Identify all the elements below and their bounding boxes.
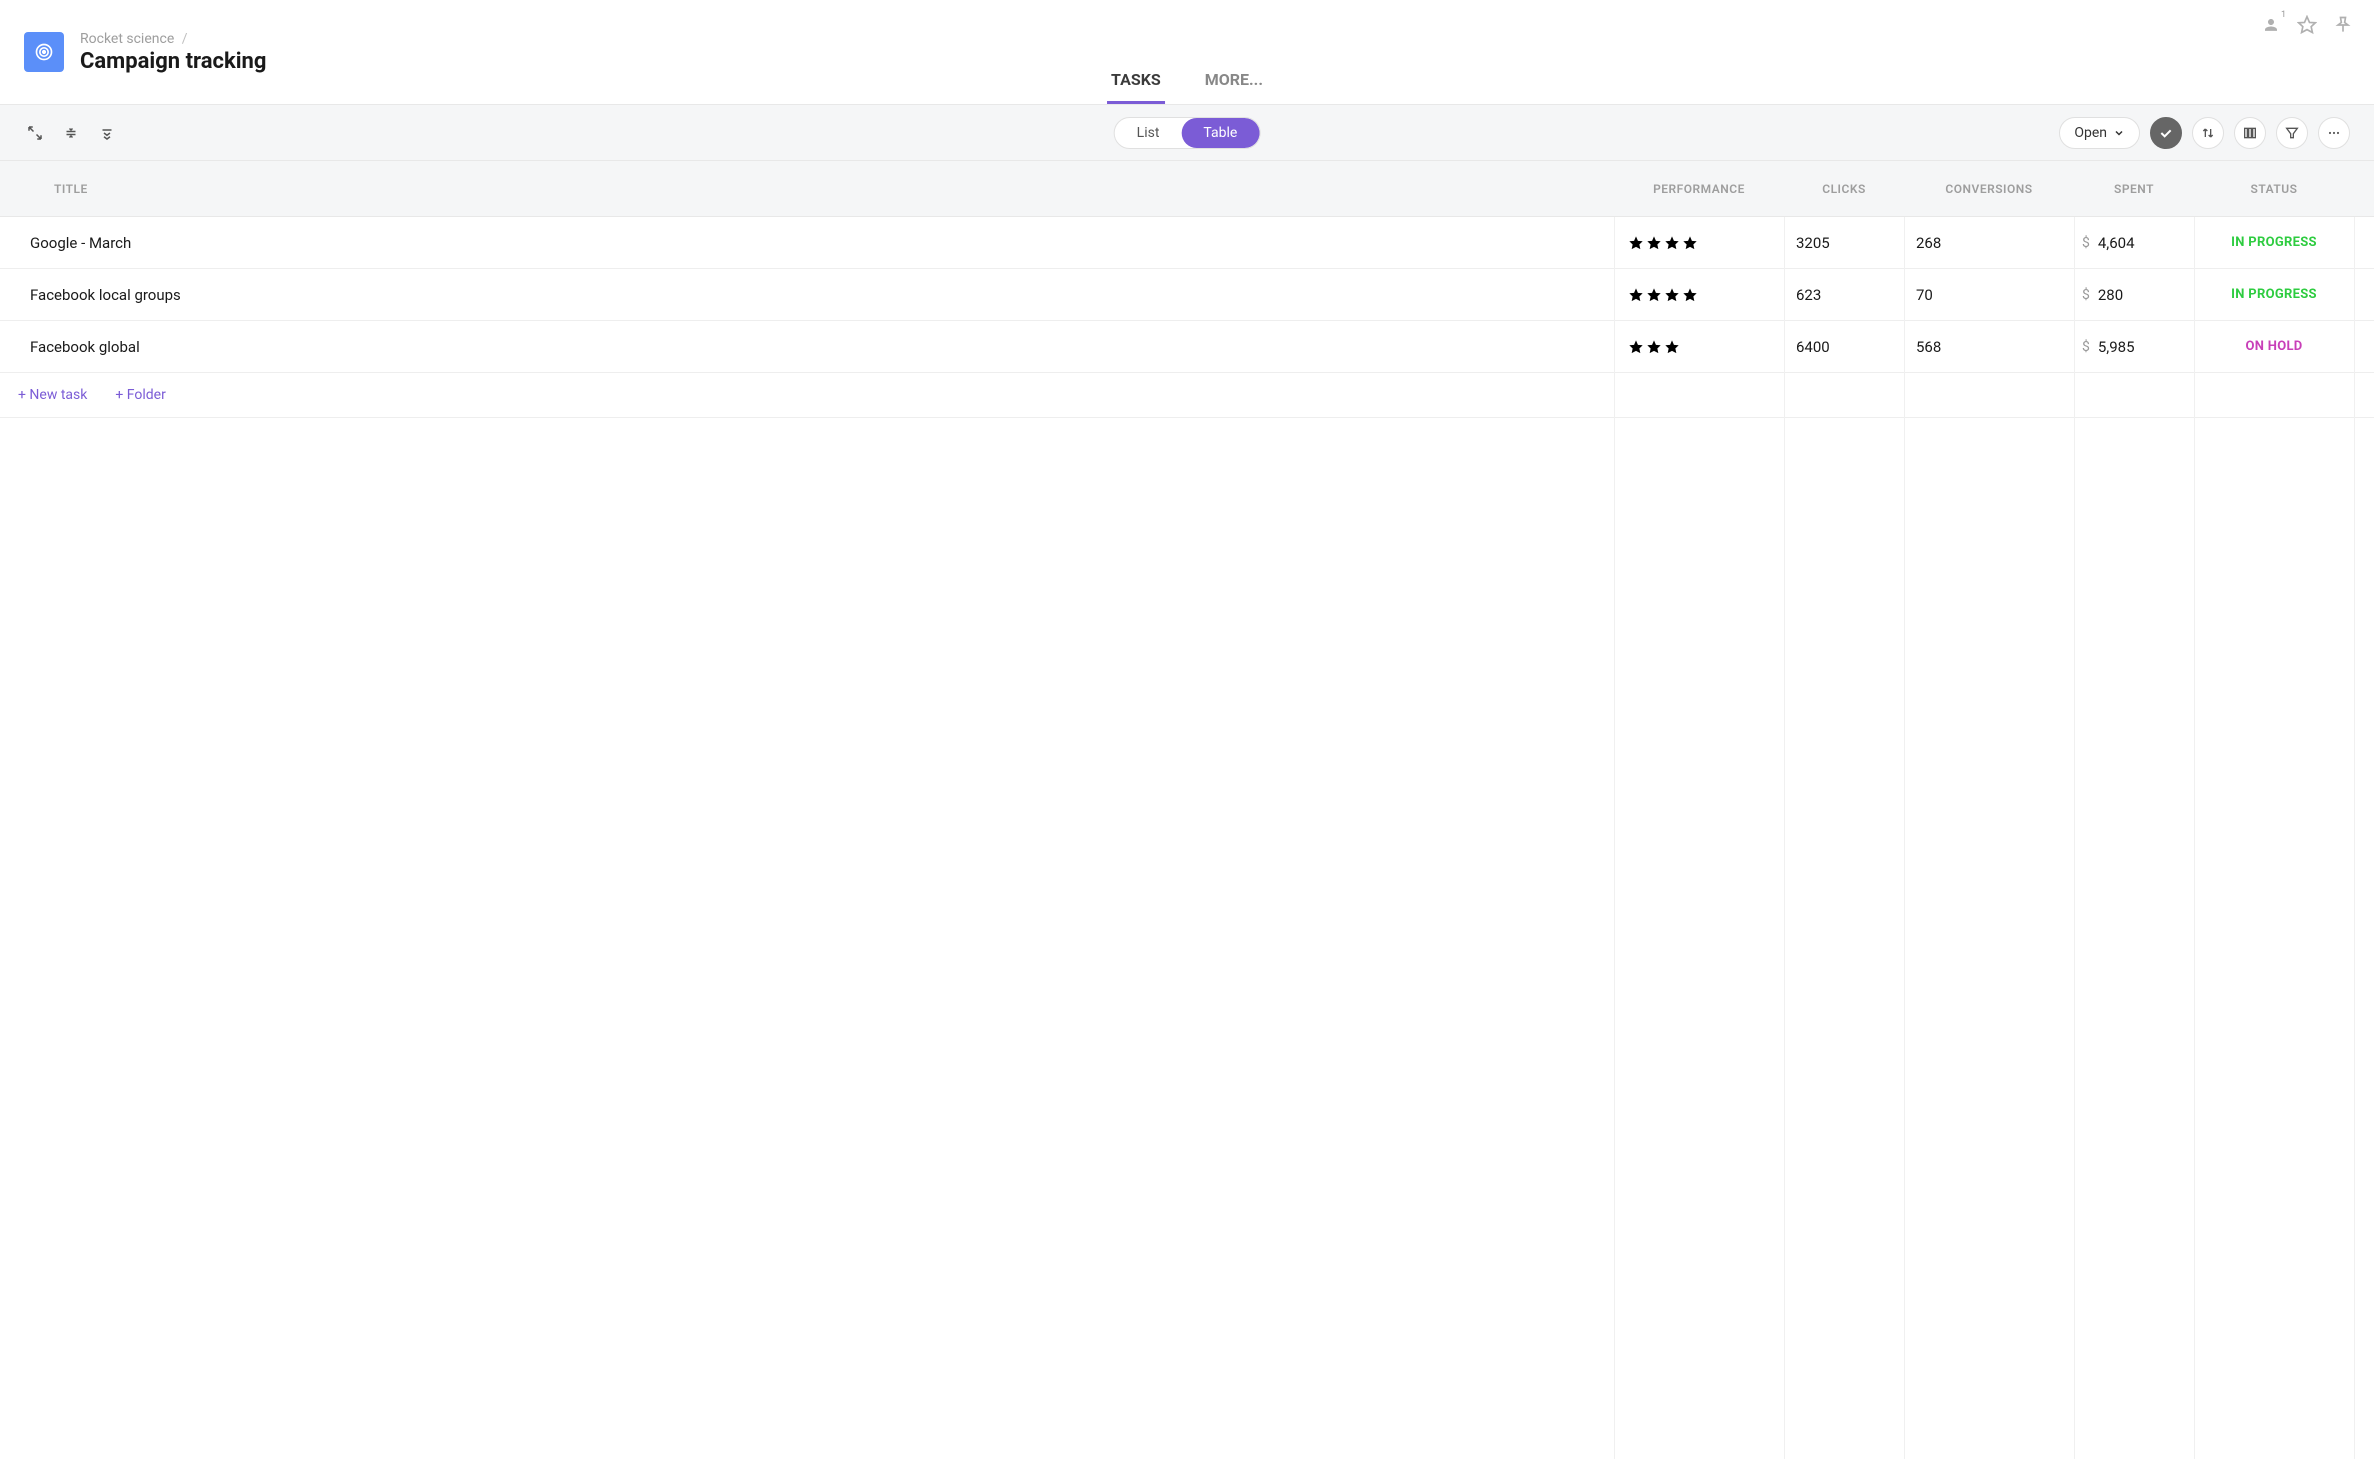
- view-switch-list[interactable]: List: [1115, 118, 1182, 148]
- table-row[interactable]: Google - March3205268$4,604IN PROGRESS: [0, 217, 2374, 269]
- header-tabs: TASKS MORE...: [1107, 70, 1267, 104]
- currency-symbol: $: [2082, 339, 2090, 355]
- cell-title[interactable]: Facebook local groups: [0, 286, 1614, 304]
- cell-conversions[interactable]: 568: [1904, 338, 2074, 356]
- cell-status[interactable]: IN PROGRESS: [2194, 287, 2354, 302]
- add-row: + New task + Folder: [0, 373, 2374, 418]
- cell-performance[interactable]: [1614, 235, 1784, 251]
- table-row[interactable]: Facebook local groups62370$280IN PROGRES…: [0, 269, 2374, 321]
- view-switch-table[interactable]: Table: [1181, 118, 1259, 148]
- toolbar-right: Open: [2059, 117, 2350, 149]
- collapse-icon: [62, 124, 80, 142]
- share-button[interactable]: 1: [2260, 14, 2282, 36]
- table-row[interactable]: Facebook global6400568$5,985ON HOLD: [0, 321, 2374, 373]
- column-header-status[interactable]: STATUS: [2194, 182, 2354, 196]
- cell-title[interactable]: Facebook global: [0, 338, 1614, 356]
- sort-icon: [2200, 125, 2216, 141]
- column-header-performance[interactable]: PERFORMANCE: [1614, 182, 1784, 196]
- currency-symbol: $: [2082, 287, 2090, 303]
- header-actions: 1: [2260, 14, 2354, 36]
- star-icon: [1664, 287, 1680, 303]
- pin-button[interactable]: [2332, 14, 2354, 36]
- cell-status[interactable]: IN PROGRESS: [2194, 235, 2354, 250]
- star-icon: [1682, 235, 1698, 251]
- header-title-block: Rocket science / Campaign tracking: [80, 31, 266, 74]
- favorite-button[interactable]: [2296, 14, 2318, 36]
- expand-button[interactable]: [24, 122, 46, 144]
- cell-clicks[interactable]: 623: [1784, 286, 1904, 304]
- add-task-button[interactable]: + New task: [18, 387, 87, 403]
- star-icon: [1664, 235, 1680, 251]
- toolbar-left: [24, 122, 118, 144]
- spent-amount: 4,604: [2098, 234, 2135, 252]
- people-icon: [2261, 15, 2281, 35]
- status-filter-label: Open: [2074, 125, 2107, 141]
- star-icon: [1682, 287, 1698, 303]
- star-icon: [1628, 235, 1644, 251]
- view-switch: List Table: [1114, 117, 1261, 149]
- check-icon: [2158, 125, 2174, 141]
- breadcrumb: Rocket science /: [80, 31, 266, 47]
- chevrons-down-icon: [98, 124, 116, 142]
- cell-title[interactable]: Google - March: [0, 234, 1614, 252]
- add-folder-button[interactable]: + Folder: [115, 387, 165, 403]
- share-count: 1: [2281, 10, 2286, 20]
- star-icon: [1628, 287, 1644, 303]
- star-icon: [1646, 235, 1662, 251]
- column-header-conversions[interactable]: CONVERSIONS: [1904, 182, 2074, 196]
- cell-conversions[interactable]: 70: [1904, 286, 2074, 304]
- cell-spent[interactable]: $5,985: [2074, 338, 2194, 356]
- star-icon: [1664, 339, 1680, 355]
- cell-spent[interactable]: $280: [2074, 286, 2194, 304]
- cell-performance[interactable]: [1614, 339, 1784, 355]
- star-icon: [2297, 15, 2317, 35]
- status-filter-dropdown[interactable]: Open: [2059, 117, 2140, 149]
- dots-icon: [2326, 125, 2342, 141]
- project-icon: [24, 32, 64, 72]
- collapse-all-button[interactable]: [60, 122, 82, 144]
- cell-clicks[interactable]: 3205: [1784, 234, 1904, 252]
- content-area: TITLE PERFORMANCE CLICKS CONVERSIONS SPE…: [0, 161, 2374, 1459]
- star-icon: [1628, 339, 1644, 355]
- toolbar: List Table Open: [0, 105, 2374, 161]
- star-icon: [1646, 287, 1662, 303]
- tab-more[interactable]: MORE...: [1201, 70, 1267, 104]
- filter-icon: [2284, 125, 2300, 141]
- cell-status[interactable]: ON HOLD: [2194, 339, 2354, 354]
- tab-tasks[interactable]: TASKS: [1107, 70, 1165, 104]
- column-header-spent[interactable]: SPENT: [2074, 182, 2194, 196]
- columns-icon: [2242, 125, 2258, 141]
- more-button[interactable]: [2318, 117, 2350, 149]
- pin-icon: [2333, 15, 2353, 35]
- cell-spent[interactable]: $4,604: [2074, 234, 2194, 252]
- expand-icon: [26, 124, 44, 142]
- column-header-title[interactable]: TITLE: [0, 182, 1614, 196]
- columns-button[interactable]: [2234, 117, 2266, 149]
- table-body: Google - March3205268$4,604IN PROGRESSFa…: [0, 217, 2374, 1459]
- page-title: Campaign tracking: [80, 49, 266, 74]
- spent-amount: 5,985: [2098, 338, 2135, 356]
- currency-symbol: $: [2082, 235, 2090, 251]
- column-header-clicks[interactable]: CLICKS: [1784, 182, 1904, 196]
- toggle-check-button[interactable]: [2150, 117, 2182, 149]
- expand-all-button[interactable]: [96, 122, 118, 144]
- table-header-row: TITLE PERFORMANCE CLICKS CONVERSIONS SPE…: [0, 161, 2374, 217]
- star-icon: [1646, 339, 1662, 355]
- header: Rocket science / Campaign tracking TASKS…: [0, 0, 2374, 105]
- chevron-down-icon: [2113, 127, 2125, 139]
- cell-performance[interactable]: [1614, 287, 1784, 303]
- spent-amount: 280: [2098, 286, 2123, 304]
- breadcrumb-parent[interactable]: Rocket science: [80, 31, 174, 47]
- sort-button[interactable]: [2192, 117, 2224, 149]
- breadcrumb-sep: /: [182, 31, 188, 47]
- filter-button[interactable]: [2276, 117, 2308, 149]
- cell-clicks[interactable]: 6400: [1784, 338, 1904, 356]
- cell-conversions[interactable]: 268: [1904, 234, 2074, 252]
- target-icon: [34, 42, 54, 62]
